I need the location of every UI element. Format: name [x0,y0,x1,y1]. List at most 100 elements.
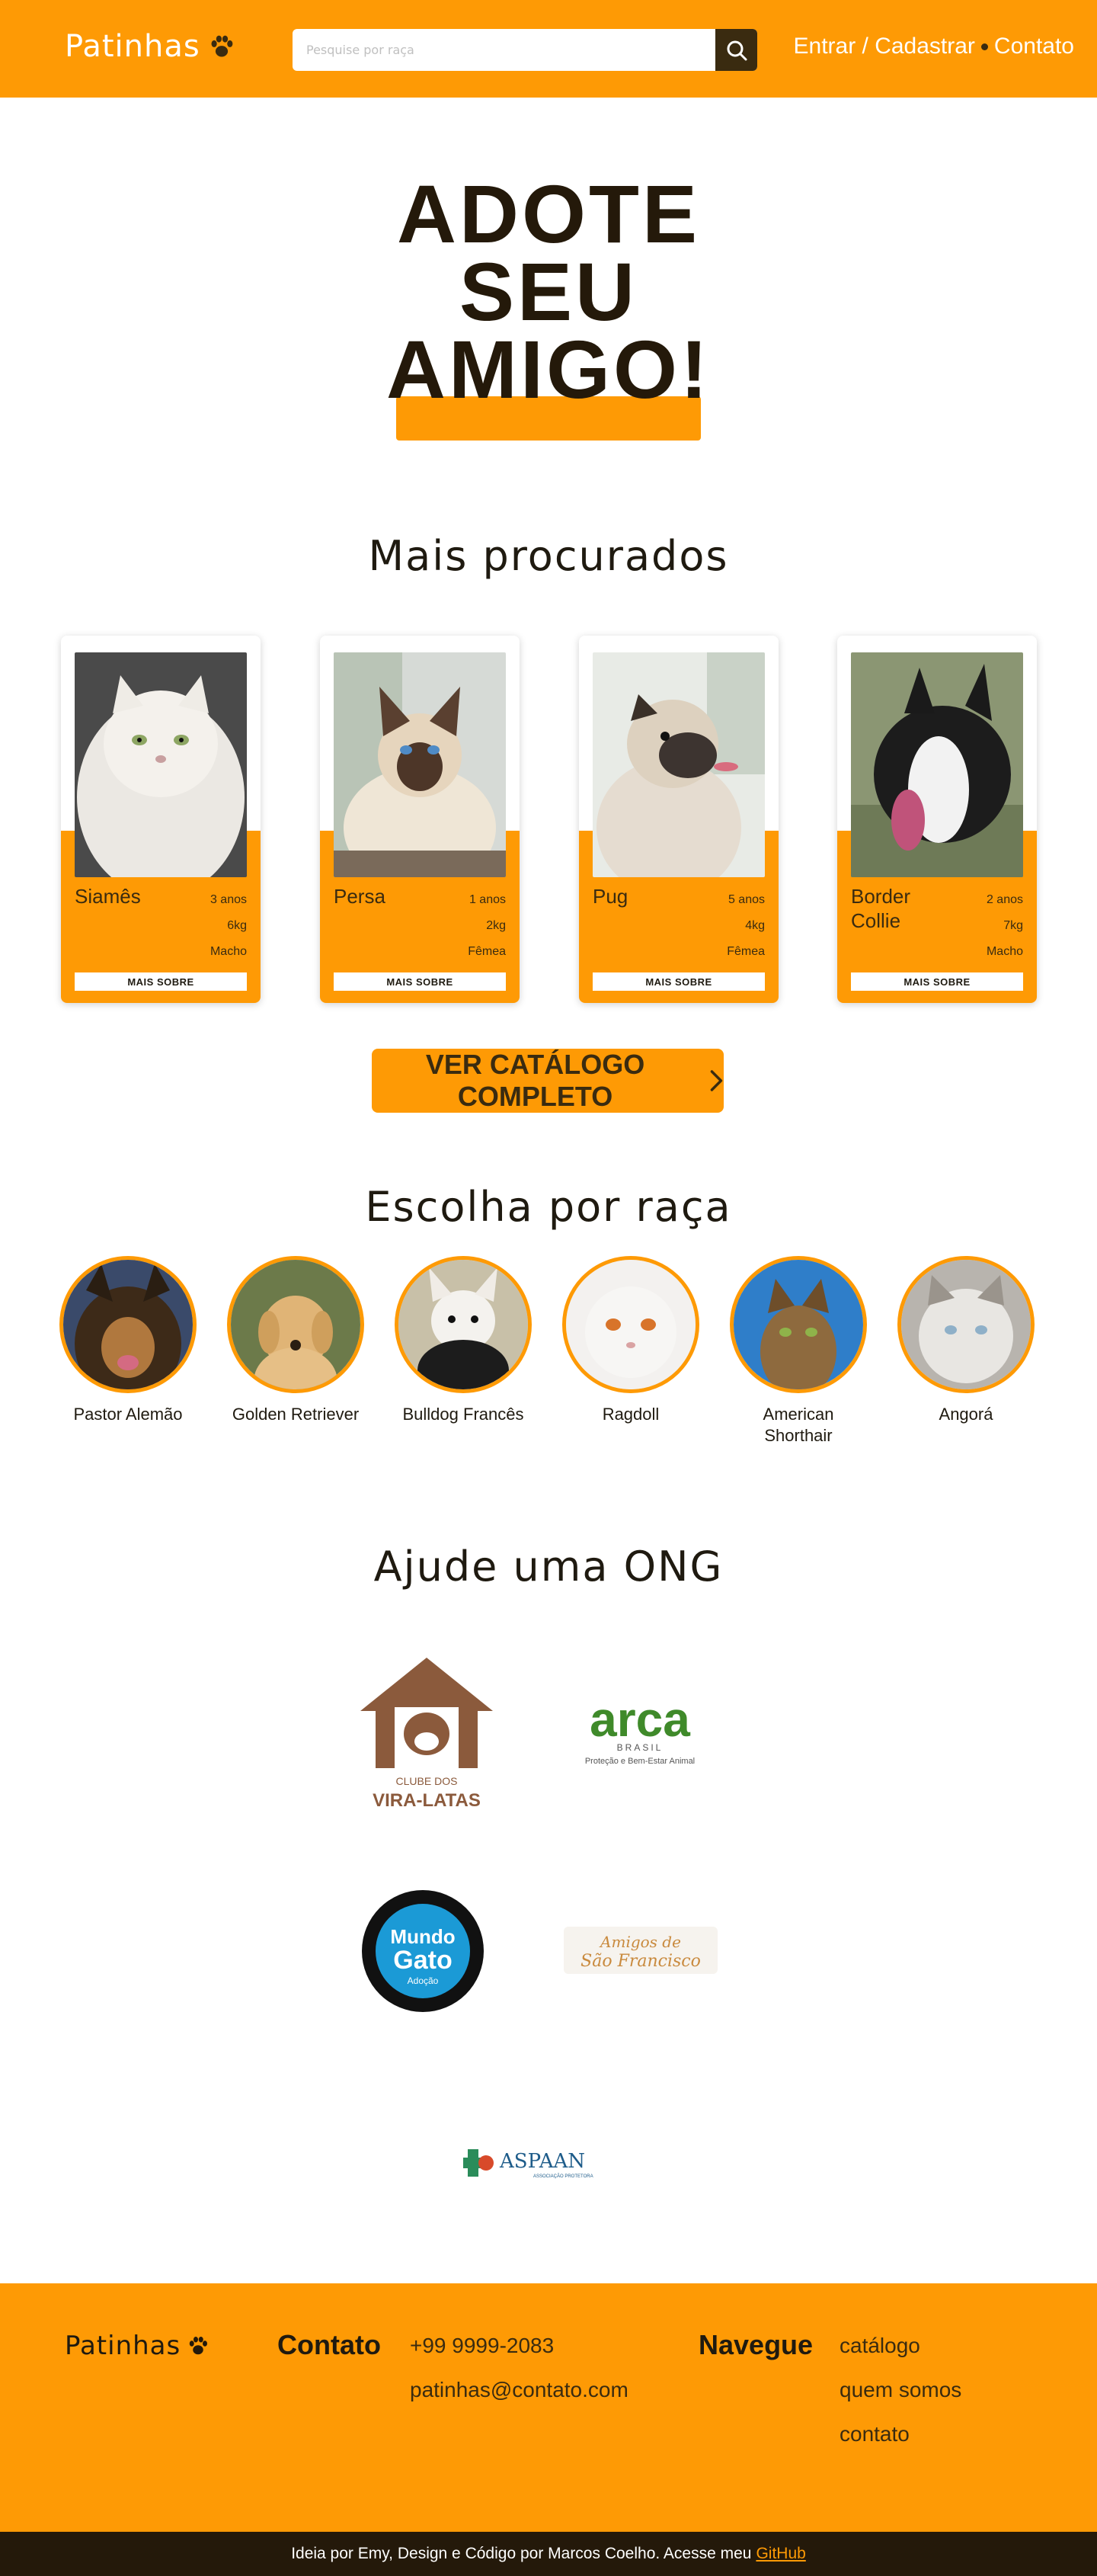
ong-logo-clube-dos-vira-latas[interactable]: CLUBE DOS VIRA-LATAS [357,1654,497,1814]
breed-name: Bulldog Francês [402,1405,524,1424]
svg-text:São Francisco: São Francisco [580,1952,701,1971]
catalog-button-label: VER CATÁLOGO COMPLETO [425,1049,645,1112]
svg-text:Adoção: Adoção [408,1975,439,1986]
footer-logo[interactable]: Patinhas [65,2331,209,2361]
breed-photo [395,1256,532,1393]
breed-photo [59,1256,197,1393]
breed-item[interactable]: Pastor Alemão [59,1256,197,1425]
svg-text:Proteção e Bem-Estar Animal: Proteção e Bem-Estar Animal [585,1757,695,1766]
logo-text: Patinhas [65,29,200,64]
pet-meta: 2 anos 7kg Macho [987,887,1023,965]
breed-photo [730,1256,867,1393]
breed-item[interactable]: Ragdoll [562,1256,699,1425]
pet-card[interactable]: Pug 5 anos 4kg Fêmea MAIS SOBRE [579,636,779,1003]
pet-card[interactable]: Persa 1 anos 2kg Fêmea MAIS SOBRE [320,636,520,1003]
ong-logo-mundo-gato[interactable]: Mundo Gato Adoção [354,1871,491,2027]
top-nav: Entrar / Cadastrar Contato [794,34,1075,59]
footer-link-about[interactable]: quem somos [840,2378,961,2402]
pet-name: Border Collie [851,885,911,932]
chevron-right-icon [710,1070,723,1091]
breed-name: Pastor Alemão [73,1405,183,1424]
breed-name: Angorá [939,1405,993,1424]
pet-sex: Macho [209,945,247,958]
svg-text:Amigos de: Amigos de [599,1933,681,1951]
breed-item[interactable]: Bulldog Francês [395,1256,532,1425]
pet-weight: 6kg [227,919,247,932]
pet-meta: 5 anos 4kg Fêmea [727,887,765,965]
pet-weight: 7kg [1003,919,1023,932]
pet-age: 2 anos [986,893,1023,906]
pet-age: 5 anos [728,893,765,906]
pet-age: 3 anos [209,893,247,906]
pet-meta: 1 anos 2kg Fêmea [468,887,506,965]
hero-line-2: seu [459,245,638,338]
pet-weight: 4kg [745,919,765,932]
paw-icon [189,2337,208,2355]
full-catalog-button[interactable]: VER CATÁLOGO COMPLETO [372,1049,724,1113]
svg-text:VIRA-LATAS: VIRA-LATAS [373,1790,481,1811]
more-info-button[interactable]: MAIS SOBRE [334,972,506,991]
breed-item[interactable]: Angorá [897,1256,1035,1425]
breed-item[interactable]: American Shorthair [730,1256,867,1447]
credits-bar: Ideia por Emy, Design e Código por Marco… [0,2532,1097,2576]
hero-line-3: amigo! [386,323,711,415]
pet-name: Pug [593,885,628,908]
svg-text:CLUBE DOS: CLUBE DOS [396,1775,458,1787]
footer-link-contact[interactable]: contato [840,2422,910,2446]
more-info-button[interactable]: MAIS SOBRE [851,972,1023,991]
search-bar [293,29,757,71]
nav-separator [980,43,988,50]
hero-line-1: Adote [397,168,700,260]
site-footer: Patinhas Contato +99 9999-2083 patinhas@… [0,2283,1097,2532]
ong-logo-arca-brasil[interactable]: arca BRASIL Proteção e Bem-Estar Animal [568,1690,712,1774]
svg-text:BRASIL: BRASIL [617,1742,664,1753]
search-input[interactable] [293,29,712,71]
popular-section-title: Mais procurados [368,532,729,580]
footer-logo-text: Patinhas [65,2331,181,2361]
search-icon [727,40,747,60]
pet-card[interactable]: Siamês 3 anos 6kg Macho MAIS SOBRE [61,636,261,1003]
footer-link-catalog[interactable]: catálogo [840,2334,920,2358]
pet-meta: 3 anos 6kg Macho [210,887,247,965]
nav-login-link[interactable]: Entrar / Cadastrar [794,34,975,59]
pet-name: Siamês [75,885,141,908]
breed-name: Ragdoll [602,1405,660,1424]
breed-photo [897,1256,1035,1393]
ong-logo-aspaan[interactable]: ASPAAN ASSOCIAÇÃO PROTETORA [463,2142,594,2184]
breeds-section-title: Escolha por raça [365,1183,732,1231]
pet-photo [334,652,506,877]
breed-photo [227,1256,364,1393]
more-info-button[interactable]: MAIS SOBRE [75,972,247,991]
credits-text: Ideia por Emy, Design e Código por Marco… [291,2545,752,2562]
nav-contact-link[interactable]: Contato [994,34,1074,59]
svg-text:Gato: Gato [393,1946,452,1975]
footer-nav-title: Navegue [699,2329,814,2360]
pet-weight: 2kg [486,919,506,932]
footer-phone: +99 9999-2083 [410,2334,555,2357]
footer-contact-title: Contato [277,2329,381,2360]
breed-name: Golden Retriever [232,1405,360,1424]
svg-text:ASPAAN: ASPAAN [499,2150,585,2173]
search-button[interactable] [715,29,757,71]
site-header: Patinhas Entrar / Cadastrar Contato [0,0,1097,98]
footer-email[interactable]: patinhas@contato.com [410,2378,628,2402]
pet-sex: Macho [986,945,1023,958]
breed-item[interactable]: Golden Retriever [227,1256,364,1425]
more-info-button[interactable]: MAIS SOBRE [593,972,765,991]
pet-photo [75,652,247,877]
pet-photo [851,652,1023,877]
pet-photo [593,652,765,877]
paw-icon [211,35,233,57]
pet-card[interactable]: Border Collie 2 anos 7kg Macho MAIS SOBR… [837,636,1037,1003]
ong-logo-amigos-de-sao-francisco[interactable]: Amigos de São Francisco [556,1913,725,1988]
ong-section-title: Ajude uma ONG [373,1543,724,1591]
breed-name: American Shorthair [763,1405,834,1445]
github-link[interactable]: GitHub [756,2545,805,2563]
site-logo[interactable]: Patinhas [65,29,235,64]
svg-text:arca: arca [590,1692,690,1747]
breed-photo [562,1256,699,1393]
pet-sex: Fêmea [468,945,506,958]
svg-text:ASSOCIAÇÃO PROTETORA: ASSOCIAÇÃO PROTETORA [533,2174,593,2179]
pet-sex: Fêmea [727,945,765,958]
hero-heading: Adote seu amigo! [358,168,739,415]
